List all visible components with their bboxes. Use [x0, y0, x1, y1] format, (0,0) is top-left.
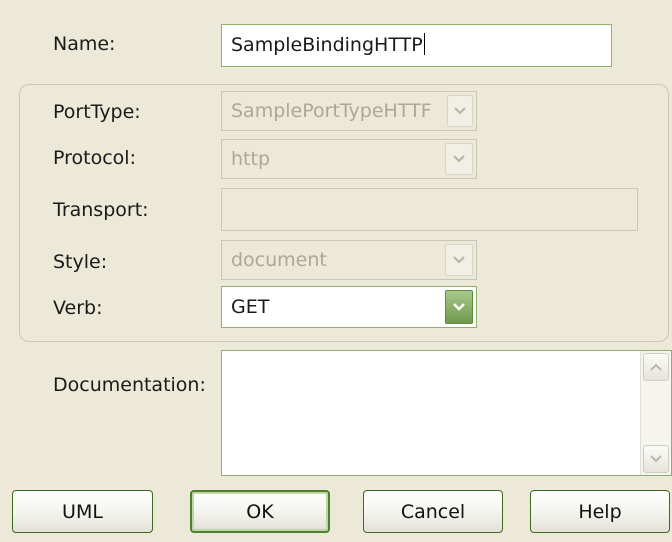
documentation-textarea[interactable]	[221, 350, 672, 476]
transport-label: Transport:	[53, 199, 149, 221]
scroll-down-button[interactable]	[643, 445, 669, 473]
style-value: document	[231, 249, 327, 271]
verb-label: Verb:	[53, 297, 103, 319]
chevron-down-icon	[650, 455, 662, 463]
verb-value: GET	[231, 296, 270, 318]
scroll-up-button[interactable]	[643, 353, 669, 381]
help-button[interactable]: Help	[530, 490, 670, 533]
protocol-select[interactable]: http	[221, 139, 477, 179]
name-input-value: SampleBindingHTTP	[231, 34, 423, 56]
port-type-label: PortType:	[53, 101, 141, 123]
port-type-dropdown-button[interactable]	[447, 95, 473, 127]
chevron-down-icon	[454, 107, 466, 115]
verb-dropdown-button[interactable]	[445, 290, 473, 324]
style-dropdown-button[interactable]	[445, 244, 473, 276]
chevron-up-icon	[650, 363, 662, 371]
chevron-down-icon	[453, 256, 465, 264]
ok-button[interactable]: OK	[190, 490, 330, 533]
chevron-down-icon	[453, 303, 465, 311]
style-select[interactable]: document	[221, 240, 477, 280]
cancel-button[interactable]: Cancel	[363, 490, 503, 533]
transport-input[interactable]	[221, 188, 638, 231]
name-input[interactable]: SampleBindingHTTP	[221, 24, 612, 67]
text-caret	[423, 33, 425, 55]
protocol-label: Protocol:	[53, 147, 136, 169]
documentation-scrollbar[interactable]	[640, 351, 671, 475]
uml-button[interactable]: UML	[12, 490, 153, 533]
verb-select[interactable]: GET	[221, 286, 477, 328]
documentation-label: Documentation:	[53, 374, 206, 396]
chevron-down-icon	[453, 155, 465, 163]
binding-dialog: { "form": { "name_label": "Name:", "name…	[0, 0, 672, 542]
port-type-select[interactable]: SamplePortTypeHTTF	[221, 91, 477, 131]
protocol-value: http	[231, 148, 271, 170]
style-label: Style:	[53, 251, 108, 273]
protocol-dropdown-button[interactable]	[445, 143, 473, 175]
port-type-value: SamplePortTypeHTTF	[231, 100, 432, 122]
name-label: Name:	[53, 33, 116, 55]
